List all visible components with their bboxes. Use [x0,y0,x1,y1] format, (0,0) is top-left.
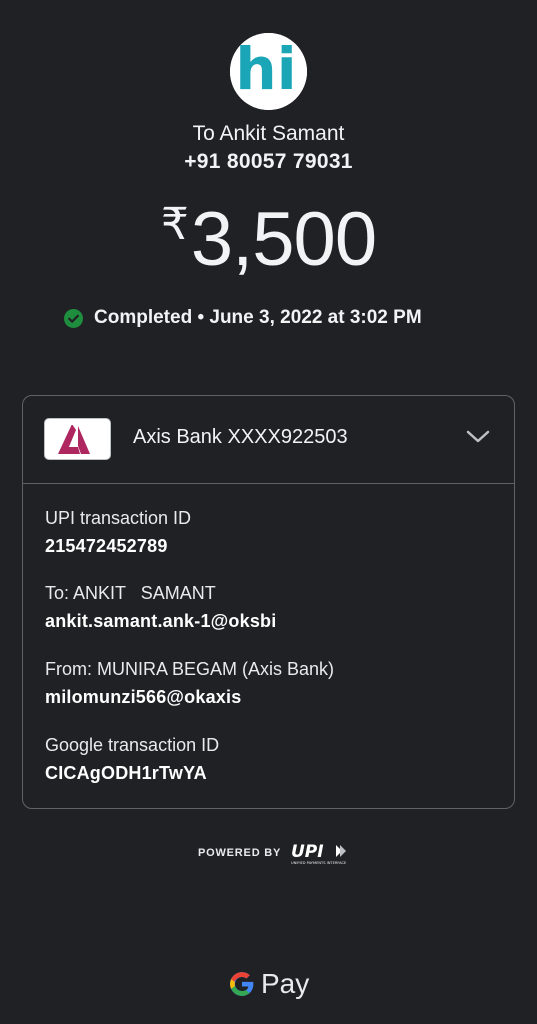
payment-status: Completed • June 3, 2022 at 3:02 PM [64,306,422,330]
transaction-details-card: Axis Bank XXXX922503 UPI transaction ID … [22,395,515,809]
detail-value: CICAgODH1rTwYA [45,763,207,783]
svg-text:UNIFIED PAYMENTS INTERFACE: UNIFIED PAYMENTS INTERFACE [291,861,347,865]
check-circle-icon [64,308,83,328]
payee-details: To: ANKIT SAMANT ankit.samant.ank-1@oksb… [45,583,276,632]
google-transaction-id: Google transaction ID CICAgODH1rTwYA [45,735,219,784]
payment-amount: ₹3,500 [0,196,537,283]
powered-by-label: POWERED BY [198,847,282,859]
avatar-text: hi [235,35,296,103]
detail-label: To: ANKIT SAMANT [45,583,216,603]
upi-transaction-id: UPI transaction ID 215472452789 [45,508,191,557]
recipient-phone: +91 80057 79031 [184,150,353,173]
currency-symbol: ₹ [160,200,189,249]
detail-value: ankit.samant.ank-1@oksbi [45,611,277,631]
bank-account-name: Axis Bank XXXX922503 [133,426,348,448]
status-text: Completed • June 3, 2022 at 3:02 PM [94,307,422,328]
upi-logo: UPI UNIFIED PAYMENTS INTERFACE [291,842,347,865]
axis-bank-logo [44,418,111,460]
detail-label: UPI transaction ID [45,508,192,528]
amount-value: 3,500 [190,197,377,282]
bank-account-row[interactable]: Axis Bank XXXX922503 [23,396,514,484]
payment-receipt-screen: hi To Ankit Samant +91 80057 79031 ₹3,50… [0,0,537,1024]
recipient-name: To Ankit Samant [192,122,345,145]
google-pay-logo: Pay [229,966,309,1002]
powered-by-upi: POWERED BY UPI UNIFIED PAYMENTS INTERFAC… [198,840,349,866]
detail-label: From: MUNIRA BEGAM (Axis Bank) [45,659,335,679]
recipient-avatar-logo: hi [230,33,307,110]
detail-value: 215472452789 [45,536,168,556]
detail-label: Google transaction ID [45,735,220,755]
detail-value: milomunzi566@okaxis [45,687,242,707]
payer-details: From: MUNIRA BEGAM (Axis Bank) milomunzi… [45,659,334,708]
svg-text:UPI: UPI [291,842,324,862]
google-g-logo [230,972,254,996]
pay-text: Pay [261,968,310,999]
chevron-down-icon[interactable] [466,430,490,444]
recipient-avatar: hi [230,33,307,110]
